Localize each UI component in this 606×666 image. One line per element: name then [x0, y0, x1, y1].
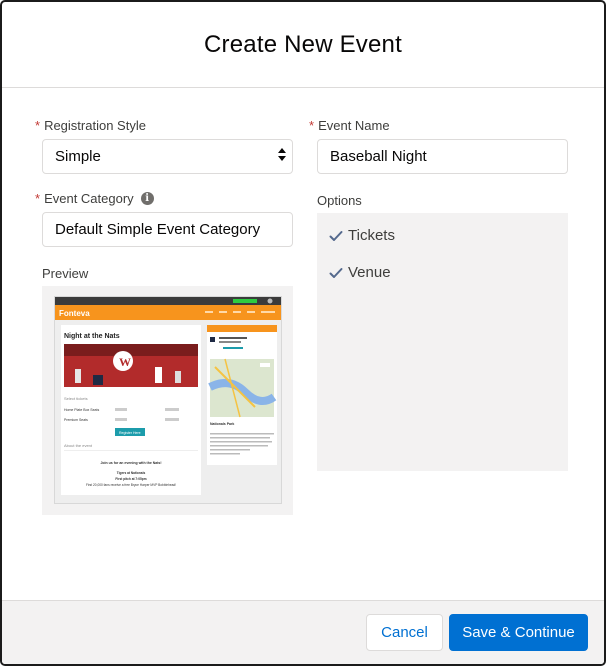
- registration-style-label: * Registration Style: [35, 118, 146, 133]
- registration-style-label-text: Registration Style: [44, 118, 146, 133]
- required-marker: *: [35, 118, 41, 133]
- registration-style-value: Simple: [55, 148, 101, 165]
- thumb-about-line-1: Join us for an evening with the Nats!: [100, 461, 161, 465]
- options-label: Options: [317, 193, 362, 208]
- event-category-field[interactable]: Default Simple Event Category: [42, 212, 293, 247]
- event-category-label-text: Event Category: [44, 191, 134, 206]
- thumb-about-line-4: First 20,000 fans receive a free Bryce H…: [86, 483, 176, 487]
- options-box: Tickets Venue: [317, 213, 568, 471]
- thumb-about-line-2: Tigers at Nationals: [117, 471, 146, 475]
- thumb-venue-heading: Nationals Park: [210, 422, 234, 426]
- info-icon[interactable]: i: [140, 192, 154, 205]
- preview-image: Fonteva Night at the Nats W Select ticke…: [55, 297, 281, 495]
- thumb-about-heading: About the event: [64, 443, 93, 448]
- event-category-value: Default Simple Event Category: [55, 221, 261, 238]
- event-name-label-text: Event Name: [318, 118, 390, 133]
- thumb-ticket-2: Premium Seats: [64, 418, 88, 422]
- thumb-ticket-1: Home Plate Box Seats: [64, 408, 99, 412]
- preview-thumbnail: Fonteva Night at the Nats W Select ticke…: [54, 296, 282, 504]
- modal-title: Create New Event: [204, 30, 402, 58]
- preview-label: Preview: [42, 266, 89, 281]
- event-name-value: Baseball Night: [330, 148, 427, 165]
- save-and-continue-button[interactable]: Save & Continue: [449, 614, 588, 651]
- svg-text:W: W: [119, 355, 131, 369]
- cancel-button[interactable]: Cancel: [366, 614, 443, 651]
- required-marker: *: [35, 191, 41, 206]
- create-event-modal: Create New Event * Registration Style Si…: [0, 0, 606, 666]
- option-label: Tickets: [348, 227, 395, 244]
- thumb-about-line-3: First pitch at 7:05pm: [115, 477, 146, 481]
- thumb-brand: Fonteva: [59, 309, 90, 318]
- event-category-label: * Event Category i: [35, 191, 154, 206]
- modal-body: * Registration Style Simple * Event Cate…: [2, 88, 604, 600]
- thumb-event-title: Night at the Nats: [64, 333, 120, 340]
- checkmark-icon: [329, 267, 343, 278]
- event-name-input[interactable]: Baseball Night: [317, 139, 568, 174]
- thumb-register-button: Register Here: [119, 431, 141, 435]
- required-marker: *: [309, 118, 315, 133]
- registration-style-select[interactable]: Simple: [42, 139, 293, 174]
- select-arrows-icon: [278, 148, 288, 161]
- modal-footer: Cancel Save & Continue: [2, 600, 604, 664]
- event-name-label: * Event Name: [309, 118, 390, 133]
- thumb-select-tickets: Select tickets: [64, 396, 88, 401]
- modal-header: Create New Event: [2, 2, 604, 88]
- option-label: Venue: [348, 264, 391, 281]
- checkmark-icon: [329, 230, 343, 241]
- option-venue[interactable]: Venue: [329, 264, 391, 281]
- preview-box: Fonteva Night at the Nats W Select ticke…: [42, 286, 293, 515]
- option-tickets[interactable]: Tickets: [329, 227, 395, 244]
